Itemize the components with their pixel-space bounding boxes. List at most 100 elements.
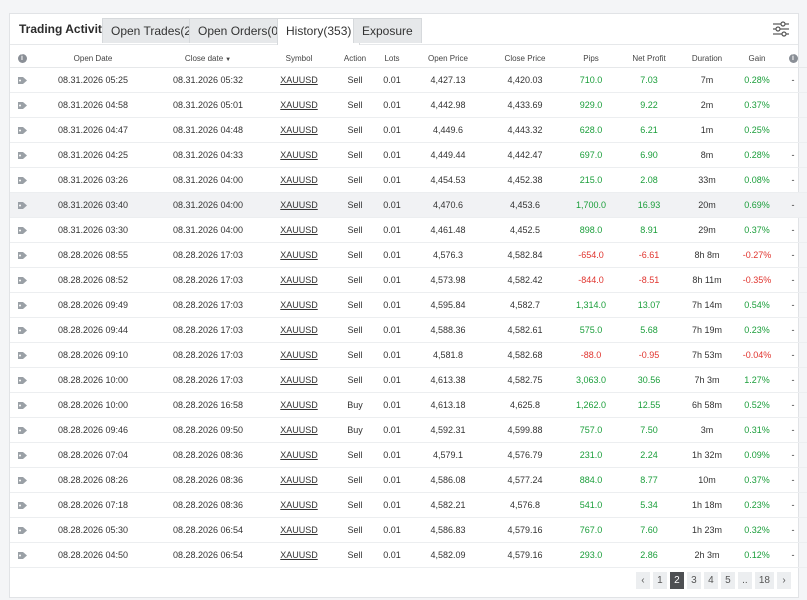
tag-icon[interactable] <box>17 351 28 360</box>
tag-icon[interactable] <box>17 251 28 260</box>
tag-cell[interactable] <box>10 92 34 118</box>
open-date-header[interactable]: Open Date <box>34 50 152 68</box>
table-row[interactable]: 08.28.2026 09:49 08.28.2026 17:03 XAUUSD Se… <box>10 292 807 318</box>
table-row[interactable]: 08.31.2026 03:30 08.31.2026 04:00 XAUUSD Se… <box>10 217 807 243</box>
page-button-3[interactable]: 3 <box>686 572 701 589</box>
table-row[interactable]: 08.28.2026 08:52 08.28.2026 17:03 XAUUSD Se… <box>10 267 807 293</box>
symbol-cell[interactable]: XAUUSD <box>264 542 334 568</box>
next-page-button[interactable]: › <box>777 572 791 589</box>
action-header[interactable]: Action <box>334 50 376 68</box>
tag-icon[interactable] <box>17 201 28 210</box>
table-row[interactable]: 08.28.2026 09:10 08.28.2026 17:03 XAUUSD Se… <box>10 342 807 368</box>
symbol-cell[interactable]: XAUUSD <box>264 342 334 368</box>
tag-icon[interactable] <box>17 301 28 310</box>
table-row[interactable]: 08.28.2026 07:18 08.28.2026 08:36 XAUUSD Se… <box>10 492 807 518</box>
symbol-cell[interactable]: XAUUSD <box>264 67 334 93</box>
tag-cell[interactable] <box>10 117 34 143</box>
tag-cell[interactable] <box>10 267 34 293</box>
last-page-button[interactable]: 18 <box>754 572 774 589</box>
tag-cell[interactable] <box>10 142 34 168</box>
symbol-cell[interactable]: XAUUSD <box>264 292 334 318</box>
tag-icon[interactable] <box>17 551 28 560</box>
tag-icon[interactable] <box>17 126 28 135</box>
tag-cell[interactable] <box>10 367 34 393</box>
tag-cell[interactable] <box>10 492 34 518</box>
tag-cell[interactable] <box>10 392 34 418</box>
table-row[interactable]: 08.31.2026 05:25 08.31.2026 05:32 XAUUSD Se… <box>10 67 807 93</box>
tag-icon[interactable] <box>17 401 28 410</box>
symbol-cell[interactable]: XAUUSD <box>264 192 334 218</box>
page-button-1[interactable]: 1 <box>652 572 667 589</box>
symbol-cell[interactable]: XAUUSD <box>264 492 334 518</box>
table-row[interactable]: 08.28.2026 10:00 08.28.2026 17:03 XAUUSD Se… <box>10 367 807 393</box>
tag-icon[interactable] <box>17 476 28 485</box>
tag-cell[interactable] <box>10 542 34 568</box>
tag-cell[interactable] <box>10 517 34 543</box>
info-icon[interactable]: i <box>788 54 798 64</box>
table-row[interactable]: 08.31.2026 04:47 08.31.2026 04:48 XAUUSD Se… <box>10 117 807 143</box>
pips-header[interactable]: Pips <box>562 50 620 68</box>
table-row[interactable]: 08.31.2026 04:25 08.31.2026 04:33 XAUUSD Se… <box>10 142 807 168</box>
symbol-cell[interactable]: XAUUSD <box>264 92 334 118</box>
lots-header[interactable]: Lots <box>376 50 408 68</box>
tag-icon[interactable] <box>17 151 28 160</box>
tag-icon[interactable] <box>17 176 28 185</box>
tag-cell[interactable] <box>10 242 34 268</box>
table-row[interactable]: 08.31.2026 04:58 08.31.2026 05:01 XAUUSD Se… <box>10 92 807 118</box>
tag-cell[interactable] <box>10 317 34 343</box>
tag-cell[interactable] <box>10 292 34 318</box>
tag-icon[interactable] <box>17 276 28 285</box>
table-row[interactable]: 08.28.2026 05:30 08.28.2026 06:54 XAUUSD Se… <box>10 517 807 543</box>
table-row[interactable]: 08.28.2026 04:50 08.28.2026 06:54 XAUUSD Se… <box>10 542 807 568</box>
table-row[interactable]: 08.28.2026 10:00 08.28.2026 16:58 XAUUSD Bu… <box>10 392 807 418</box>
tab-open-orders[interactable]: Open Orders(0) <box>189 18 292 43</box>
tag-cell[interactable] <box>10 442 34 468</box>
close-date-header[interactable]: Close date ▼ <box>152 50 264 68</box>
page-button-4[interactable]: 4 <box>703 572 718 589</box>
tag-cell[interactable] <box>10 217 34 243</box>
tag-icon[interactable] <box>17 101 28 110</box>
tag-cell[interactable] <box>10 67 34 93</box>
symbol-cell[interactable]: XAUUSD <box>264 117 334 143</box>
tab-history[interactable]: History(353) <box>277 18 361 45</box>
tab-exposure[interactable]: Exposure <box>353 18 422 43</box>
tag-icon[interactable] <box>17 326 28 335</box>
table-row[interactable]: 08.28.2026 08:55 08.28.2026 17:03 XAUUSD Se… <box>10 242 807 268</box>
tag-cell[interactable] <box>10 417 34 443</box>
symbol-header[interactable]: Symbol <box>264 50 334 68</box>
symbol-cell[interactable]: XAUUSD <box>264 267 334 293</box>
prev-page-button[interactable]: ‹ <box>635 572 650 589</box>
table-row[interactable]: 08.31.2026 03:26 08.31.2026 04:00 XAUUSD Se… <box>10 167 807 193</box>
tag-cell[interactable] <box>10 192 34 218</box>
table-row[interactable]: 08.28.2026 07:04 08.28.2026 08:36 XAUUSD Se… <box>10 442 807 468</box>
gain-header[interactable]: Gain <box>736 50 778 68</box>
symbol-cell[interactable]: XAUUSD <box>264 242 334 268</box>
tag-icon[interactable] <box>17 376 28 385</box>
table-row[interactable]: 08.28.2026 09:44 08.28.2026 17:03 XAUUSD Se… <box>10 317 807 343</box>
tag-cell[interactable] <box>10 342 34 368</box>
symbol-cell[interactable]: XAUUSD <box>264 142 334 168</box>
symbol-cell[interactable]: XAUUSD <box>264 167 334 193</box>
tag-icon[interactable] <box>17 76 28 85</box>
page-button-5[interactable]: 5 <box>720 572 735 589</box>
close-price-header[interactable]: Close Price <box>488 50 562 68</box>
net-profit-header[interactable]: Net Profit <box>620 50 678 68</box>
page-button-2[interactable]: 2 <box>669 572 684 589</box>
duration-header[interactable]: Duration <box>678 50 736 68</box>
tag-icon[interactable] <box>17 526 28 535</box>
tag-icon[interactable] <box>17 226 28 235</box>
symbol-cell[interactable]: XAUUSD <box>264 517 334 543</box>
info-icon[interactable]: i <box>17 54 27 64</box>
symbol-cell[interactable]: XAUUSD <box>264 417 334 443</box>
settings-sliders-icon[interactable] <box>772 20 790 38</box>
tag-cell[interactable] <box>10 167 34 193</box>
symbol-cell[interactable]: XAUUSD <box>264 392 334 418</box>
symbol-cell[interactable]: XAUUSD <box>264 217 334 243</box>
tag-icon[interactable] <box>17 501 28 510</box>
tag-icon[interactable] <box>17 426 28 435</box>
table-row[interactable]: 08.28.2026 08:26 08.28.2026 08:36 XAUUSD Se… <box>10 467 807 493</box>
open-price-header[interactable]: Open Price <box>408 50 488 68</box>
tag-icon[interactable] <box>17 451 28 460</box>
symbol-cell[interactable]: XAUUSD <box>264 467 334 493</box>
tag-cell[interactable] <box>10 467 34 493</box>
